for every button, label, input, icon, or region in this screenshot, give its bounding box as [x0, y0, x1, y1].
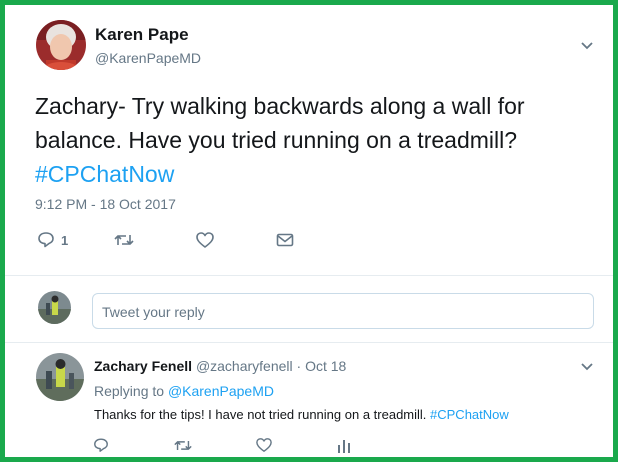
retweet-icon[interactable] — [173, 438, 193, 453]
divider — [5, 275, 613, 276]
message-icon[interactable] — [276, 233, 294, 247]
author-handle[interactable]: @KarenPapeMD — [95, 50, 201, 66]
tweet-text-body: Zachary- Try walking backwards along a w… — [35, 93, 525, 153]
replying-to-label: Replying to — [94, 383, 168, 399]
separator: · — [292, 358, 306, 374]
hashtag-link[interactable]: #CPChatNow — [35, 161, 174, 187]
reply-header: Zachary Fenell @zacharyfenell · Oct 18 — [94, 358, 346, 374]
reply-avatar[interactable] — [36, 353, 84, 401]
reply-author-name[interactable]: Zachary Fenell — [94, 358, 192, 374]
reply-text: Thanks for the tips! I have not tried ru… — [94, 407, 509, 422]
reply-count: 1 — [61, 233, 69, 248]
reply-input-placeholder: Tweet your reply — [102, 304, 205, 320]
reply-input[interactable]: Tweet your reply — [92, 293, 594, 329]
avatar[interactable] — [36, 20, 86, 70]
divider — [5, 342, 613, 343]
reply-icon[interactable] — [37, 231, 55, 248]
tweet-card: Karen Pape @KarenPapeMD Zachary- Try wal… — [0, 0, 618, 462]
reply-author-handle[interactable]: @zacharyfenell — [196, 358, 293, 374]
like-icon[interactable] — [195, 231, 215, 249]
tweet-text: Zachary- Try walking backwards along a w… — [35, 89, 595, 191]
reply-text-body: Thanks for the tips! I have not tried ru… — [94, 407, 431, 422]
author-name[interactable]: Karen Pape — [95, 25, 189, 45]
retweet-icon[interactable] — [113, 232, 135, 248]
reply-hashtag-link[interactable]: #CPChatNow — [430, 407, 509, 422]
composer-avatar — [38, 291, 71, 324]
replying-to-handle[interactable]: @KarenPapeMD — [168, 383, 274, 399]
replying-to: Replying to @KarenPapeMD — [94, 383, 274, 399]
chevron-down-icon[interactable] — [580, 362, 594, 372]
reply-date[interactable]: Oct 18 — [305, 358, 346, 374]
analytics-icon[interactable] — [337, 437, 351, 453]
reply-icon[interactable] — [93, 437, 109, 453]
chevron-down-icon[interactable] — [580, 41, 594, 51]
like-icon[interactable] — [255, 437, 273, 453]
timestamp[interactable]: 9:12 PM - 18 Oct 2017 — [35, 196, 176, 212]
